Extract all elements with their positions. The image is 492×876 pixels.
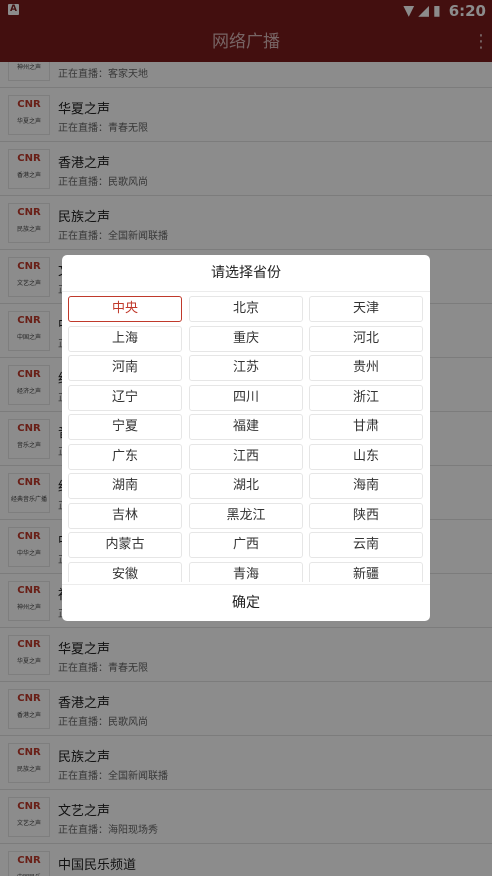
province-dialog: 请选择省份 中央 北京 天津上海 重庆 河北河南 江苏 贵州辽宁 四川 浙江宁夏 福建 甘肃广东 江西… [62, 255, 430, 621]
province-option[interactable]: 陕西 [309, 503, 423, 529]
province-option[interactable]: 内蒙古 [68, 532, 182, 558]
province-option[interactable]: 宁夏 [68, 414, 182, 440]
province-option[interactable]: 广东 [68, 444, 182, 470]
province-option[interactable]: 河北 [309, 326, 423, 352]
province-option[interactable]: 河南 [68, 355, 182, 381]
province-option[interactable]: 江苏 [189, 355, 303, 381]
province-option[interactable]: 江西 [189, 444, 303, 470]
province-option[interactable]: 湖北 [189, 473, 303, 499]
province-option[interactable]: 山东 [309, 444, 423, 470]
province-option[interactable]: 四川 [189, 385, 303, 411]
province-option[interactable]: 黑龙江 [189, 503, 303, 529]
province-option[interactable]: 重庆 [189, 326, 303, 352]
province-option[interactable]: 云南 [309, 532, 423, 558]
province-option[interactable]: 浙江 [309, 385, 423, 411]
province-option[interactable]: 贵州 [309, 355, 423, 381]
province-option[interactable]: 天津 [309, 296, 423, 322]
province-option[interactable]: 福建 [189, 414, 303, 440]
province-option[interactable]: 中央 [68, 296, 182, 322]
province-option[interactable]: 甘肃 [309, 414, 423, 440]
province-option[interactable]: 吉林 [68, 503, 182, 529]
province-option[interactable]: 北京 [189, 296, 303, 322]
dialog-title: 请选择省份 [62, 255, 430, 292]
province-option[interactable]: 上海 [68, 326, 182, 352]
province-option[interactable]: 湖南 [68, 473, 182, 499]
confirm-button[interactable]: 确定 [62, 584, 430, 621]
province-option[interactable]: 新疆 [309, 562, 423, 582]
province-option[interactable]: 辽宁 [68, 385, 182, 411]
province-option[interactable]: 青海 [189, 562, 303, 582]
province-option[interactable]: 海南 [309, 473, 423, 499]
province-grid: 中央 北京 天津上海 重庆 河北河南 江苏 贵州辽宁 四川 浙江宁夏 福建 甘肃广东 江西 山东湖南 湖北… [68, 296, 424, 582]
province-option[interactable]: 广西 [189, 532, 303, 558]
province-option[interactable]: 安徽 [68, 562, 182, 582]
